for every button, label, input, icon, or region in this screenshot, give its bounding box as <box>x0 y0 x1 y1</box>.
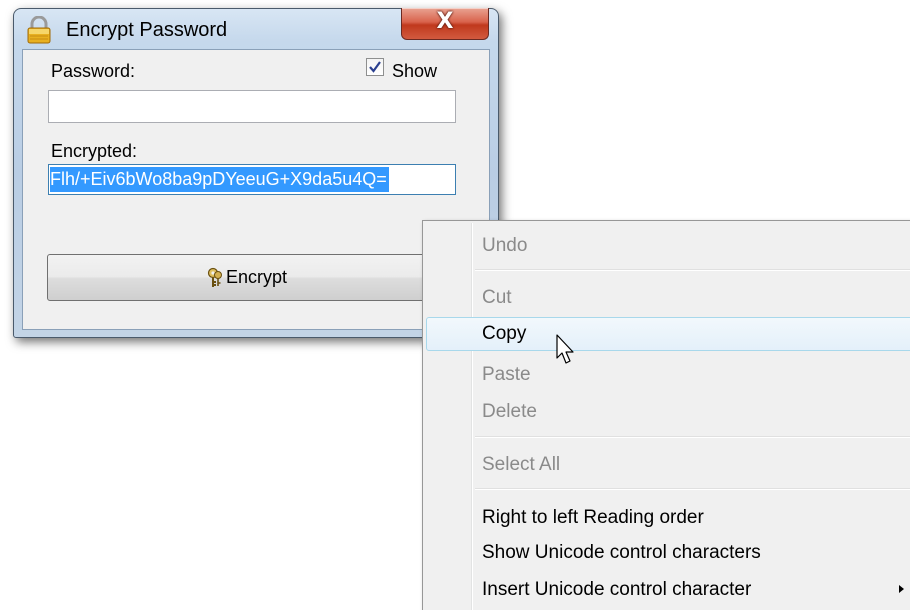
submenu-arrow-icon <box>899 585 904 593</box>
menu-item-insert-unicode-control-char[interactable]: Insert Unicode control character <box>426 573 910 607</box>
menu-item-cut[interactable]: Cut <box>426 281 910 315</box>
menu-separator <box>475 436 910 438</box>
padlock-icon <box>27 16 51 44</box>
show-label[interactable]: Show <box>392 61 437 82</box>
checkmark-icon <box>369 61 381 73</box>
menu-separator <box>475 488 910 490</box>
password-label: Password: <box>51 61 136 81</box>
menu-separator <box>475 269 910 271</box>
encrypted-output-field[interactable]: Flh/+Eiv6bWo8ba9pDYeeuG+X9da5u4Q= <box>48 164 456 195</box>
menu-item-copy[interactable]: Copy <box>426 317 910 351</box>
key-icon <box>207 267 222 287</box>
encrypted-value-selected[interactable]: Flh/+Eiv6bWo8ba9pDYeeuG+X9da5u4Q= <box>50 167 389 192</box>
encrypted-label: Encrypted: <box>51 141 138 161</box>
context-menu: Undo Cut Copy Paste Delete Select All Ri… <box>422 220 910 610</box>
password-input[interactable] <box>48 90 456 123</box>
show-checkbox[interactable] <box>366 58 384 76</box>
menu-item-show-unicode-control-chars[interactable]: Show Unicode control characters <box>426 536 910 570</box>
close-button[interactable]: X <box>401 8 489 40</box>
menu-item-rtl-reading-order[interactable]: Right to left Reading order <box>426 501 910 535</box>
mouse-pointer-icon <box>556 334 574 364</box>
encrypt-button[interactable]: Encrypt <box>47 254 457 301</box>
window-title: Encrypt Password <box>66 19 228 41</box>
encrypt-button-label: Encrypt <box>226 267 288 287</box>
menu-item-delete[interactable]: Delete <box>426 395 910 429</box>
title-bar[interactable]: Encrypt Password X <box>14 8 498 49</box>
screen: Encrypt Password X Password: Show Encryp… <box>0 0 910 610</box>
close-icon: X <box>436 9 454 34</box>
menu-item-undo[interactable]: Undo <box>426 229 910 263</box>
menu-item-select-all[interactable]: Select All <box>426 448 910 482</box>
menu-item-paste[interactable]: Paste <box>426 358 910 392</box>
